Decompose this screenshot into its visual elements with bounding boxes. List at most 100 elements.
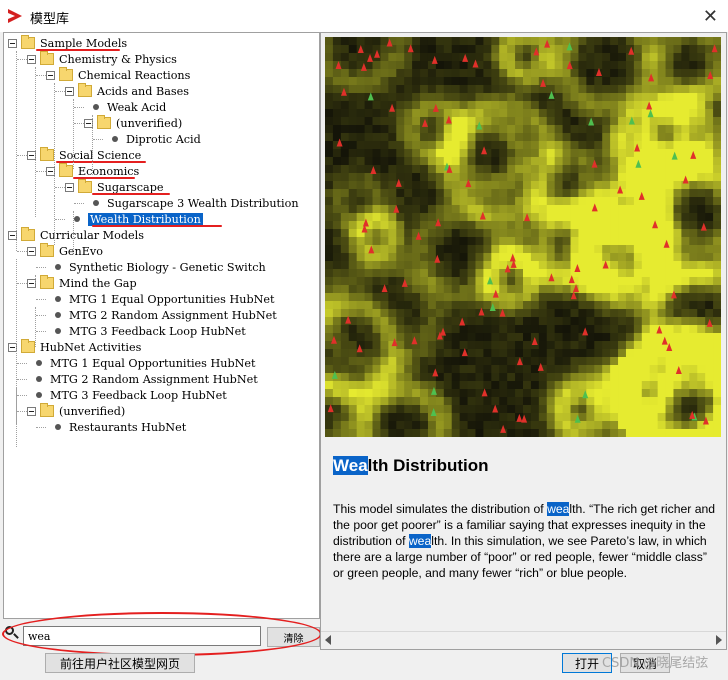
folder-icon [21,227,35,241]
tree-connector [16,51,17,251]
tree-connector [36,331,46,332]
model-title: Wealth Distribution [333,456,489,476]
tree-connector [17,411,27,412]
tree-folder-item[interactable]: Chemistry & Physics [27,51,177,67]
tree-folder-item[interactable]: GenEvo [27,243,103,259]
tree-connector [36,315,46,316]
tree-connector [55,219,65,220]
tree-model-item[interactable]: Synthetic Biology - Genetic Switch [46,259,266,275]
tree-item-label: Weak Acid [107,100,167,114]
tree-folder-item[interactable]: Acids and Bases [65,83,189,99]
tree-model-item[interactable]: MTG 2 Random Assignment HubNet [27,371,258,387]
tree-connector [55,91,65,92]
title-rest: lth Distribution [367,456,489,475]
tree-model-item[interactable]: MTG 3 Feedback Loop HubNet [27,387,227,403]
tree-model-item[interactable]: Restaurants HubNet [46,419,186,435]
watermark: CSDN @晓尾结弦 [602,656,709,671]
tree-connector [17,379,27,380]
search-bar: 清除 [3,622,320,650]
clear-button[interactable]: 清除 [267,627,320,647]
model-tree[interactable]: Sample Models Chemistry & Physics Chemical… [3,32,320,619]
folder-icon [40,51,54,65]
tree-connector [35,307,36,347]
collapse-toggle-icon[interactable] [27,246,36,256]
title-bar: 模型库 ✕ [0,0,728,32]
tree-folder-item[interactable]: Mind the Gap [27,275,137,291]
tree-connector [74,203,84,204]
tree-item-label: Chemical Reactions [78,68,191,82]
tree-model-item[interactable]: MTG 2 Random Assignment HubNet [46,307,277,323]
collapse-toggle-icon[interactable] [8,38,17,48]
tree-connector [17,283,27,284]
folder-icon [59,67,73,81]
tree-item-label: (unverified) [59,404,126,418]
model-leaf-icon [93,104,99,110]
model-leaf-icon [93,200,99,206]
tree-folder-item[interactable]: (unverified) [84,115,182,131]
tree-connector [36,171,46,172]
horizontal-scrollbar[interactable] [321,631,726,649]
tree-connector [55,187,65,188]
model-leaf-icon [36,376,42,382]
community-models-button[interactable]: 前往用户社区模型网页 [45,653,195,673]
model-leaf-icon [55,264,61,270]
tree-connector [73,99,74,169]
tree-connector [17,155,27,156]
tree-model-item[interactable]: Sugarscape 3 Wealth Distribution [84,195,299,211]
tree-item-label: Sugarscape [97,180,164,194]
title-highlight: Wea [333,456,368,475]
tree-item-label: (unverified) [116,116,183,130]
model-leaf-icon [55,328,61,334]
patch-grid [325,37,721,437]
tree-item-label: GenEvo [59,244,103,258]
tree-item-label: Chemistry & Physics [59,52,177,66]
model-leaf-icon [74,216,80,222]
tree-item-label: MTG 1 Equal Opportunities HubNet [69,292,275,306]
tree-item-label: MTG 2 Random Assignment HubNet [69,308,277,322]
model-leaf-icon [36,392,42,398]
tree-item-label: Social Science [59,148,142,162]
collapse-toggle-icon[interactable] [65,86,74,96]
folder-icon [78,83,92,97]
scroll-right-icon[interactable] [716,635,722,645]
tree-item-label: Economics [78,164,140,178]
search-match-highlight: wea [408,534,432,548]
tree-item-label: Acids and Bases [97,84,189,98]
model-leaf-icon [55,424,61,430]
tree-item-label: Diprotic Acid [126,132,201,146]
tree-model-item[interactable]: Weak Acid [84,99,166,115]
collapse-toggle-icon[interactable] [46,70,55,80]
tree-item-label: Restaurants HubNet [69,420,187,434]
tree-folder-item[interactable]: Chemical Reactions [46,67,190,83]
tree-folder-item[interactable]: HubNet Activities [8,339,141,355]
tree-model-item[interactable]: MTG 1 Equal Opportunities HubNet [27,355,256,371]
tree-model-item[interactable]: Diprotic Acid [103,131,201,147]
tree-connector [36,75,46,76]
tree-item-label: Mind the Gap [59,276,137,290]
folder-icon [97,115,111,129]
tree-item-label: Sugarscape 3 Wealth Distribution [107,196,299,210]
tree-connector [35,275,36,283]
search-input[interactable] [23,626,261,646]
close-icon[interactable]: ✕ [703,6,718,27]
tree-model-item[interactable]: MTG 1 Equal Opportunities HubNet [46,291,275,307]
collapse-toggle-icon[interactable] [27,54,36,64]
tree-connector [74,123,84,124]
tree-connector [17,251,27,252]
tree-connector [17,59,27,60]
tree-folder-item[interactable]: Curricular Models [8,227,144,243]
collapse-toggle-icon[interactable] [65,182,74,192]
model-description: This model simulates the distribution of… [333,501,719,581]
tree-connector [54,195,55,245]
tree-connector [17,363,27,364]
tree-connector [17,395,27,396]
description-text: This model simulates the distribution of [333,502,548,516]
tree-model-item[interactable]: MTG 3 Feedback Loop HubNet [46,323,246,339]
tree-folder-item[interactable]: (unverified) [27,403,125,419]
tree-connector [93,139,103,140]
collapse-toggle-icon[interactable] [27,406,36,416]
model-leaf-icon [36,360,42,366]
model-leaf-icon [55,296,61,302]
preview-panel: Wealth Distribution This model simulates… [320,32,727,650]
scroll-left-icon[interactable] [325,635,331,645]
